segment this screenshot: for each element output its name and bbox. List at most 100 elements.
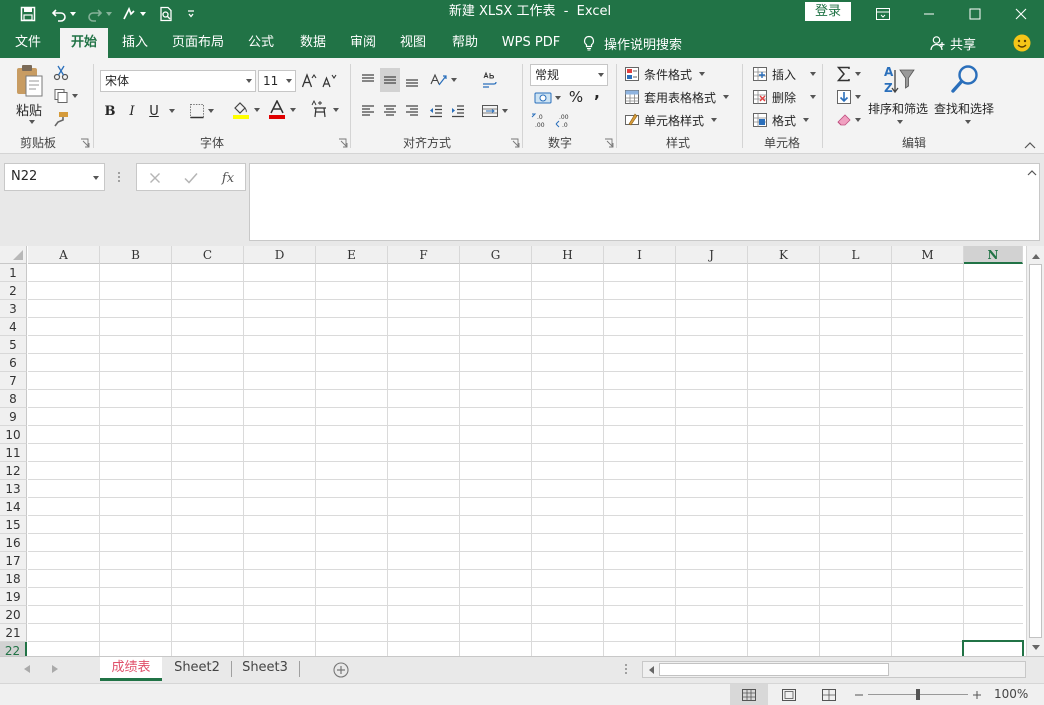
bold-button[interactable]: B bbox=[100, 100, 120, 122]
tab-wps-pdf[interactable]: WPS PDF bbox=[496, 28, 566, 58]
wrap-text-button[interactable] bbox=[480, 68, 500, 92]
percent-style-button[interactable]: % bbox=[566, 86, 586, 108]
zoom-out-button[interactable] bbox=[852, 684, 866, 705]
merge-center-button[interactable] bbox=[478, 100, 510, 122]
underline-options-caret[interactable] bbox=[169, 109, 175, 113]
column-header[interactable]: K bbox=[748, 246, 820, 264]
column-header[interactable]: E bbox=[316, 246, 388, 264]
copy-button[interactable] bbox=[50, 87, 80, 105]
zoom-in-button[interactable] bbox=[970, 684, 984, 705]
conditional-formatting-button[interactable]: 条件格式 bbox=[624, 64, 706, 84]
sheet-tab[interactable]: Sheet2 bbox=[164, 657, 230, 681]
increase-font-size-button[interactable] bbox=[300, 71, 318, 91]
tab-help[interactable]: 帮助 bbox=[444, 28, 486, 58]
format-painter-button[interactable] bbox=[52, 110, 70, 128]
decrease-indent-button[interactable] bbox=[426, 100, 446, 122]
fill-color-button[interactable] bbox=[228, 98, 262, 122]
increase-decimal-button[interactable]: .0.00 bbox=[530, 110, 552, 130]
accounting-format-button[interactable] bbox=[530, 88, 564, 108]
row-header[interactable]: 7 bbox=[0, 372, 27, 390]
row-header[interactable]: 21 bbox=[0, 624, 27, 642]
row-header[interactable]: 20 bbox=[0, 606, 27, 624]
column-header[interactable]: H bbox=[532, 246, 604, 264]
share-button[interactable]: 共享 bbox=[930, 28, 976, 58]
cell-styles-button[interactable]: 单元格样式 bbox=[624, 110, 718, 130]
next-sheet-button[interactable] bbox=[48, 662, 62, 676]
confirm-entry-button[interactable] bbox=[181, 168, 201, 188]
sort-filter-button[interactable]: AZ 排序和筛选 bbox=[866, 62, 932, 132]
zoom-level[interactable]: 100% bbox=[994, 687, 1028, 701]
increase-indent-button[interactable] bbox=[448, 100, 468, 122]
find-select-button[interactable]: 查找和选择 bbox=[932, 62, 998, 132]
cut-button[interactable] bbox=[52, 64, 70, 82]
tab-insert[interactable]: 插入 bbox=[114, 28, 156, 58]
column-header[interactable]: I bbox=[604, 246, 676, 264]
decrease-decimal-button[interactable]: .00.0 bbox=[554, 110, 576, 130]
collapse-formula-bar-button[interactable] bbox=[1026, 168, 1038, 178]
column-header[interactable]: F bbox=[388, 246, 460, 264]
column-header[interactable]: D bbox=[244, 246, 316, 264]
column-header[interactable]: A bbox=[28, 246, 100, 264]
undo-button[interactable] bbox=[46, 0, 80, 28]
underline-button[interactable]: U bbox=[144, 100, 164, 122]
row-header[interactable]: 8 bbox=[0, 390, 27, 408]
borders-button[interactable] bbox=[186, 100, 216, 122]
row-header[interactable]: 3 bbox=[0, 300, 27, 318]
column-header[interactable]: J bbox=[676, 246, 748, 264]
paste-button[interactable]: 粘贴 bbox=[8, 62, 50, 128]
font-name-combo[interactable]: 宋体 bbox=[100, 70, 256, 92]
row-header[interactable]: 1 bbox=[0, 264, 27, 282]
top-align-button[interactable] bbox=[358, 68, 378, 92]
scroll-up-button[interactable] bbox=[1030, 250, 1042, 262]
align-left-button[interactable] bbox=[358, 100, 378, 122]
dialog-launcher-icon[interactable] bbox=[604, 138, 614, 148]
format-cells-button[interactable]: 格式 bbox=[752, 110, 810, 130]
tab-view[interactable]: 视图 bbox=[392, 28, 434, 58]
page-break-view-button[interactable] bbox=[818, 684, 840, 705]
tab-home[interactable]: 开始 bbox=[60, 28, 108, 58]
row-header[interactable]: 16 bbox=[0, 534, 27, 552]
dialog-launcher-icon[interactable] bbox=[80, 138, 90, 148]
tab-split-grip[interactable] bbox=[624, 663, 628, 675]
dialog-launcher-icon[interactable] bbox=[510, 138, 520, 148]
tell-me-search[interactable]: 操作说明搜索 bbox=[582, 28, 682, 58]
row-header[interactable]: 14 bbox=[0, 498, 27, 516]
collapse-ribbon-button[interactable] bbox=[1022, 138, 1038, 152]
row-header[interactable]: 4 bbox=[0, 318, 27, 336]
formula-bar-grip[interactable] bbox=[117, 171, 121, 183]
touch-mode-button[interactable] bbox=[118, 0, 148, 28]
save-button[interactable] bbox=[16, 0, 40, 28]
tab-formulas[interactable]: 公式 bbox=[240, 28, 282, 58]
hscroll-thumb[interactable] bbox=[659, 663, 889, 676]
cell-area[interactable] bbox=[28, 264, 1023, 656]
comma-style-button[interactable]: , bbox=[590, 82, 604, 104]
customize-toolbar-button[interactable] bbox=[182, 0, 200, 28]
clear-button[interactable] bbox=[832, 110, 864, 130]
delete-cells-button[interactable]: 删除 bbox=[752, 87, 817, 107]
orientation-button[interactable] bbox=[428, 68, 458, 92]
phonetic-guide-button[interactable] bbox=[308, 98, 340, 122]
middle-align-button[interactable] bbox=[380, 68, 400, 92]
zoom-slider-thumb[interactable] bbox=[916, 689, 920, 700]
insert-function-button[interactable]: fx bbox=[217, 168, 239, 188]
scroll-left-button[interactable] bbox=[645, 664, 657, 676]
cancel-entry-button[interactable] bbox=[145, 168, 165, 188]
new-sheet-button[interactable] bbox=[332, 661, 350, 679]
redo-button[interactable] bbox=[84, 0, 114, 28]
decrease-font-size-button[interactable] bbox=[320, 71, 338, 91]
row-header[interactable]: 9 bbox=[0, 408, 27, 426]
maximize-button[interactable] bbox=[952, 0, 998, 28]
tab-file[interactable]: 文件 bbox=[6, 28, 50, 58]
print-preview-button[interactable] bbox=[154, 0, 178, 28]
formula-input[interactable] bbox=[249, 163, 1040, 241]
scroll-down-button[interactable] bbox=[1030, 641, 1042, 653]
column-header[interactable]: L bbox=[820, 246, 892, 264]
italic-button[interactable]: I bbox=[122, 100, 142, 122]
autosum-button[interactable] bbox=[832, 64, 864, 84]
tab-review[interactable]: 审阅 bbox=[342, 28, 384, 58]
font-size-combo[interactable]: 11 bbox=[258, 70, 296, 92]
row-header[interactable]: 10 bbox=[0, 426, 27, 444]
select-all-corner[interactable] bbox=[0, 246, 27, 264]
insert-cells-button[interactable]: 插入 bbox=[752, 64, 817, 84]
ribbon-display-button[interactable] bbox=[860, 0, 906, 28]
